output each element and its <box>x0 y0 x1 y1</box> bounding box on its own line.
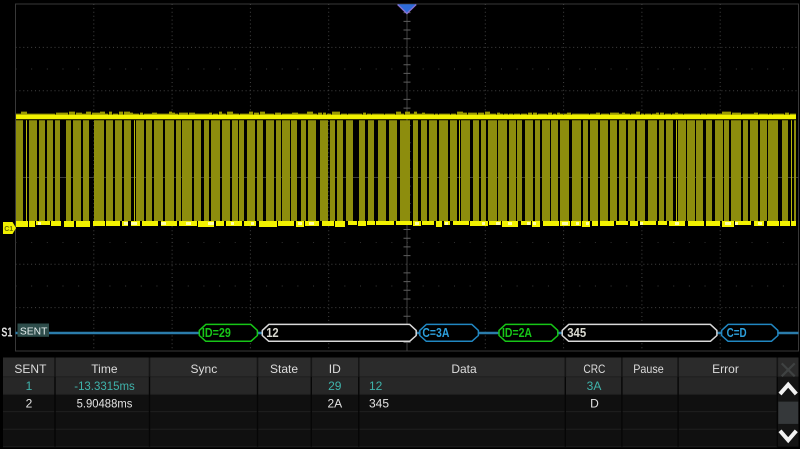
svg-text:D: D <box>590 396 599 410</box>
svg-text:12: 12 <box>266 325 279 340</box>
svg-text:State: State <box>270 362 298 376</box>
svg-text:-13.3315ms: -13.3315ms <box>74 379 135 393</box>
svg-text:345: 345 <box>567 325 586 340</box>
svg-text:Error: Error <box>712 362 739 376</box>
svg-text:ID=2A: ID=2A <box>502 325 532 340</box>
svg-text:Sync: Sync <box>191 362 218 376</box>
svg-text:Time: Time <box>91 362 118 376</box>
svg-text:C=D: C=D <box>727 325 747 340</box>
svg-text:2: 2 <box>26 396 33 410</box>
svg-text:S1: S1 <box>1 325 12 339</box>
svg-text:SENT: SENT <box>20 326 48 337</box>
svg-text:C=3A: C=3A <box>422 325 449 340</box>
svg-text:12: 12 <box>369 379 383 393</box>
svg-text:3A: 3A <box>587 379 602 393</box>
svg-text:1: 1 <box>26 379 33 393</box>
svg-text:345: 345 <box>369 396 389 410</box>
svg-text:SENT: SENT <box>14 362 47 376</box>
svg-text:Data: Data <box>451 362 477 376</box>
svg-text:Pause: Pause <box>633 362 664 376</box>
svg-text:5.90488ms: 5.90488ms <box>77 396 133 410</box>
svg-text:CRC: CRC <box>583 362 605 376</box>
svg-text:2A: 2A <box>327 396 342 410</box>
svg-text:ID: ID <box>329 362 341 376</box>
svg-text:ID=29: ID=29 <box>202 325 231 340</box>
svg-text:29: 29 <box>328 379 342 393</box>
svg-text:C1: C1 <box>4 226 13 233</box>
